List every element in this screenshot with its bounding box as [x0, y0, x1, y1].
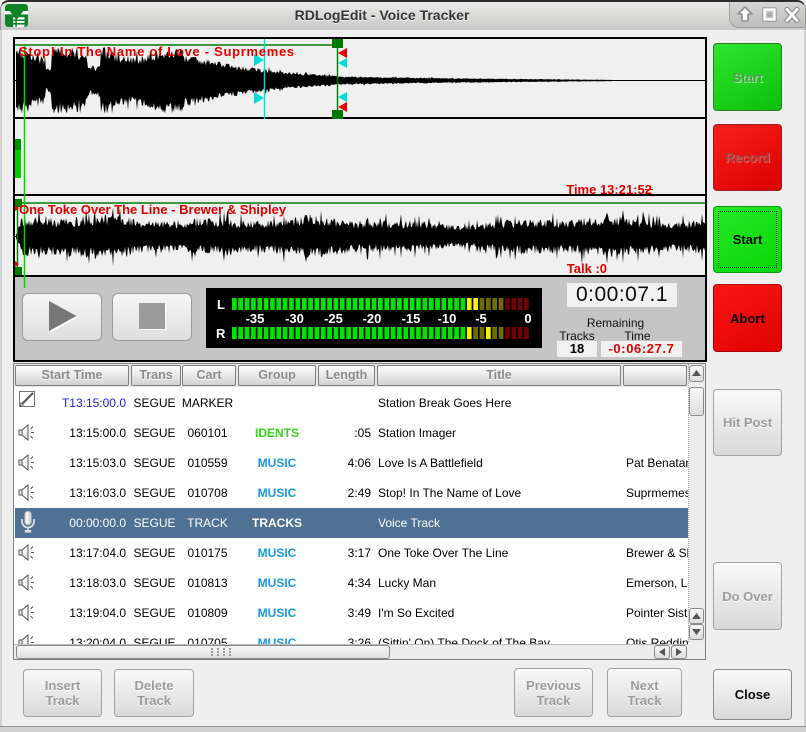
svg-text:-15: -15 — [402, 311, 421, 326]
svg-text:-35: -35 — [246, 311, 265, 326]
svg-text:R: R — [216, 326, 226, 341]
svg-text:-5: -5 — [475, 311, 487, 326]
svg-text:-25: -25 — [324, 311, 343, 326]
svg-text:-10: -10 — [438, 311, 457, 326]
svg-text:-30: -30 — [285, 311, 304, 326]
svg-text:-20: -20 — [363, 311, 382, 326]
svg-text:0: 0 — [524, 311, 531, 326]
svg-text:L: L — [217, 297, 225, 312]
